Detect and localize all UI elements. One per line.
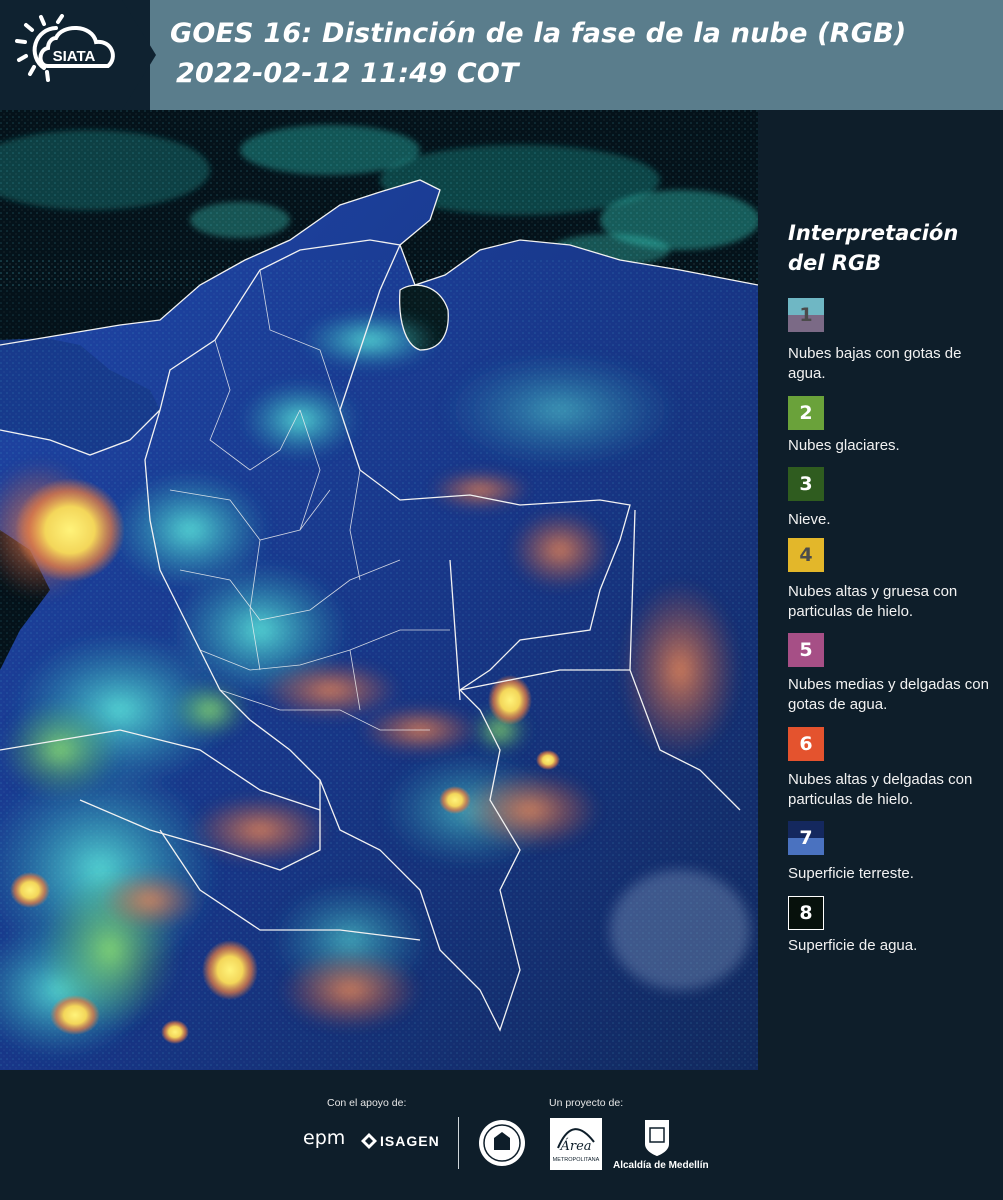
university-seal-icon: [479, 1120, 525, 1166]
legend-label-5: Nubes medias y delgadas con gotas de agu…: [788, 676, 989, 713]
legend-label-8: Superficie de agua.: [788, 937, 918, 954]
header: SIATA GOES 16: Distinción de la fase de …: [0, 0, 1003, 110]
legend-swatch-6: 6: [788, 727, 824, 761]
epm-logo: epm: [303, 1127, 346, 1149]
area-metropolitana-logo-icon: Área METROPOLITANA: [550, 1118, 602, 1170]
legend-swatch-number: 4: [799, 544, 813, 566]
isagen-logo-icon: [361, 1133, 377, 1149]
legend-panel: Interpretación del RGB 1 Nubes bajas con …: [760, 110, 1003, 1070]
support-label: Con el apoyo de:: [327, 1097, 407, 1109]
legend-swatch-number: 3: [799, 473, 813, 495]
alcaldia-shield-icon: [645, 1120, 669, 1156]
alcaldia-name: Alcaldía de Medellín: [613, 1160, 709, 1171]
legend-swatch-3: 3: [788, 467, 824, 501]
project-label: Un proyecto de:: [549, 1097, 624, 1109]
logo-arrow: [122, 0, 156, 110]
footer-divider: [458, 1117, 459, 1169]
legend-swatch-number: 6: [799, 733, 813, 755]
legend-label-4: Nubes altas y gruesa con particulas de h…: [788, 583, 958, 620]
siata-logo-icon: SIATA: [15, 14, 115, 82]
legend-swatch-5: 5: [788, 633, 824, 667]
logo-text: SIATA: [53, 48, 96, 65]
legend-title: Interpretación del RGB: [788, 218, 958, 278]
legend-title-line1: Interpretación: [788, 221, 959, 245]
isagen-logo: ISAGEN: [380, 1133, 440, 1149]
legend-swatch-number: 8: [799, 902, 813, 924]
satellite-map-svg: [0, 110, 758, 1070]
page-timestamp: 2022-02-12 11:49 COT: [176, 58, 519, 89]
legend-swatch-number: 2: [799, 402, 813, 424]
legend-title-line2: del RGB: [788, 251, 882, 275]
footer: Con el apoyo de: Un proyecto de: epm ISA…: [0, 1070, 1003, 1200]
legend-swatch-4: 4: [788, 538, 824, 572]
legend-label-6: Nubes altas y delgadas con particulas de…: [788, 771, 973, 808]
area-logo-text: Área: [559, 1138, 591, 1154]
legend-swatch-2: 2: [788, 396, 824, 430]
legend-label-2: Nubes glaciares.: [788, 437, 900, 454]
satellite-map[interactable]: [0, 110, 758, 1070]
page-title: GOES 16: Distinción de la fase de la nub…: [170, 18, 907, 49]
legend-swatch-number: 7: [799, 827, 813, 849]
legend-swatch-1: 1: [788, 298, 824, 332]
legend-swatch-8: 8: [788, 896, 824, 930]
legend-label-3: Nieve.: [788, 511, 831, 528]
legend-label-1: Nubes bajas con gotas de agua.: [788, 345, 962, 382]
area-logo-subtext: METROPOLITANA: [553, 1157, 600, 1163]
legend-swatch-number: 1: [799, 304, 813, 326]
legend-swatch-7: 7: [788, 821, 824, 855]
legend-label-7: Superficie terreste.: [788, 865, 914, 882]
legend-swatch-number: 5: [799, 639, 813, 661]
